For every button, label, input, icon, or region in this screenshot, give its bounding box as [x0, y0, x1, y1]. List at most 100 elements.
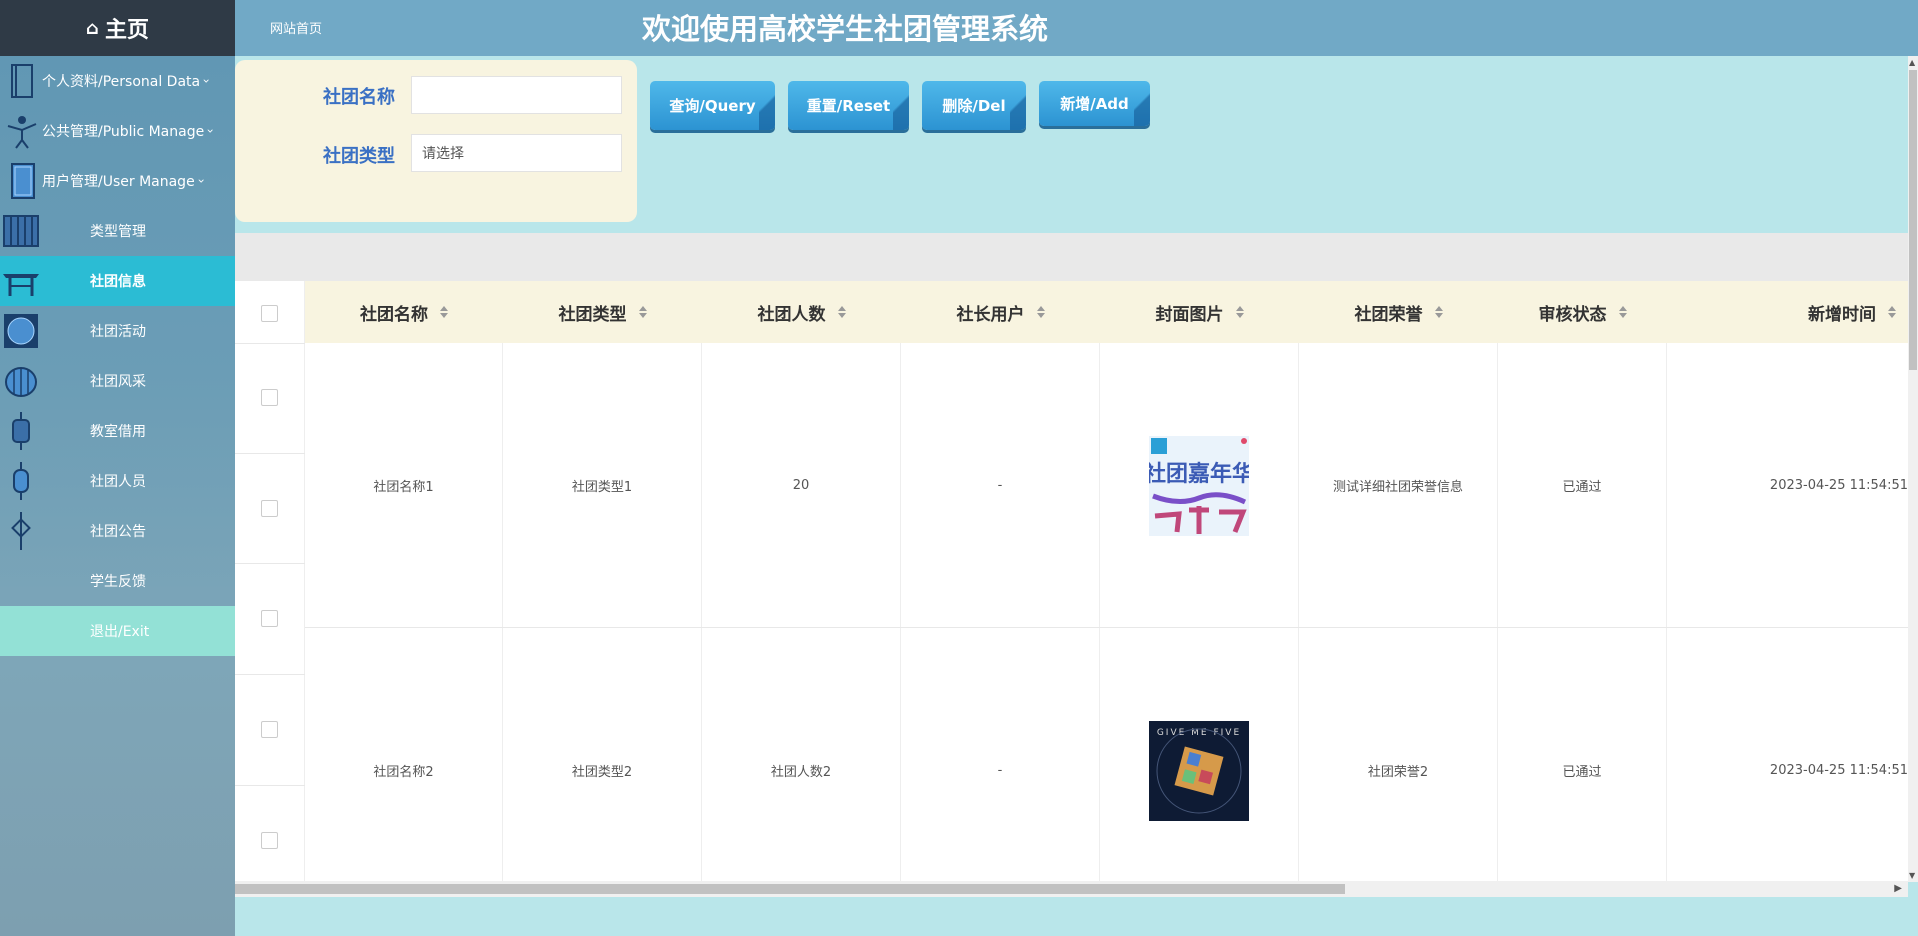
cell-created-time: 2023-04-25 11:54:51: [1769, 478, 1908, 493]
sidebar-item-label: 社团信息: [90, 274, 146, 290]
club-type-select[interactable]: 请选择: [411, 134, 622, 172]
book-icon: [11, 64, 33, 98]
sort-icon[interactable]: [1618, 306, 1627, 318]
horizontal-scroll-thumb[interactable]: [235, 884, 1345, 894]
column-header-time[interactable]: 新增时间: [1667, 281, 1908, 343]
cell-cover: 社团嘉年华: [1100, 343, 1299, 628]
cell-leader: -: [901, 628, 1100, 881]
club-name-input[interactable]: [411, 76, 622, 114]
chinese-knot-icon: [11, 512, 31, 550]
cell-honor: 测试详细社团荣誉信息: [1299, 343, 1498, 628]
menu-group-label: 用户管理/User Manage: [42, 174, 195, 190]
sidebar-item-label: 社团人员: [90, 474, 146, 490]
vertical-scroll-thumb[interactable]: [1909, 70, 1917, 370]
row-divider: [235, 563, 305, 564]
svg-text:社团嘉年华: 社团嘉年华: [1149, 461, 1249, 487]
column-header-status[interactable]: 审核状态: [1498, 281, 1667, 343]
sort-icon[interactable]: [1888, 306, 1896, 318]
scroll-up-arrow-icon[interactable]: ▲: [1909, 58, 1915, 67]
sort-icon[interactable]: [638, 306, 647, 318]
sidebar-item-club-notice[interactable]: 社团公告: [0, 506, 235, 556]
row-checkbox[interactable]: [261, 721, 278, 738]
scroll-icon: [11, 163, 35, 199]
cell-created-time: 2023-04-25 11:54:51: [1769, 763, 1908, 778]
search-panel: 社团名称 社团类型 请选择: [235, 60, 637, 222]
chevron-down-icon: ›: [199, 78, 214, 84]
cell-status: 已通过: [1498, 628, 1667, 881]
row-checkbox[interactable]: [261, 500, 278, 517]
lamp-icon: [13, 462, 29, 500]
cover-image[interactable]: 社团嘉年华: [1149, 435, 1249, 536]
row-divider: [235, 785, 305, 786]
sidebar-item-club-members[interactable]: 社团人员: [0, 456, 235, 506]
chevron-down-icon: ›: [203, 128, 218, 134]
lantern-icon: [5, 367, 37, 397]
dancer-icon: [7, 116, 37, 149]
cell-member-count: 社团人数2: [702, 628, 901, 881]
table-icon: [3, 274, 39, 296]
cell-member-count: 20: [702, 343, 901, 628]
cell-club-name: 社团名称2: [305, 628, 503, 881]
scroll-down-arrow-icon[interactable]: ▼: [1909, 871, 1915, 880]
vertical-scrollbar[interactable]: ▲ ▼: [1908, 56, 1918, 882]
scroll-right-arrow-icon[interactable]: ▶: [1894, 883, 1902, 894]
home-label: 主页: [104, 18, 149, 43]
row-checkbox[interactable]: [261, 610, 278, 627]
sidebar-item-label: 社团活动: [90, 324, 146, 340]
row-divider: [235, 343, 305, 344]
sort-icon[interactable]: [1036, 306, 1045, 318]
home-icon: ⌂: [86, 17, 99, 39]
sidebar-item-classroom-borrow[interactable]: 教室借用: [0, 406, 235, 456]
horizontal-scrollbar[interactable]: ▶: [235, 881, 1908, 897]
top-header: 网站首页 欢迎使用高校学生社团管理系统: [235, 0, 1918, 56]
column-header-cover[interactable]: 封面图片: [1100, 281, 1299, 343]
sort-icon[interactable]: [1434, 306, 1443, 318]
menu-group-label: 个人资料/Personal Data: [42, 74, 201, 90]
row-checkbox[interactable]: [261, 832, 278, 849]
sidebar-item-label: 社团公告: [90, 524, 146, 540]
row-divider: [235, 453, 305, 454]
sort-icon[interactable]: [837, 306, 846, 318]
cell-club-type: 社团类型2: [503, 628, 702, 881]
column-header-leader[interactable]: 社长用户: [901, 281, 1100, 343]
delete-button[interactable]: 删除/Del: [922, 81, 1026, 130]
page-title: 欢迎使用高校学生社团管理系统: [641, 12, 1048, 46]
add-button[interactable]: 新增/Add: [1039, 81, 1150, 126]
column-header-count[interactable]: 社团人数: [702, 281, 901, 343]
checkbox-column: [235, 281, 305, 881]
table-header: 社团名称 社团类型 社团人数 社长用户 封面图片 社团荣誉 审核状态 新增时间: [235, 281, 1908, 343]
sidebar-item-club-activity[interactable]: 社团活动: [0, 306, 235, 356]
sidebar-item-student-feedback[interactable]: 学生反馈: [0, 556, 235, 606]
select-all-checkbox[interactable]: [261, 305, 278, 322]
cell-cover: GIVE ME FIVE: [1100, 628, 1299, 881]
column-header-type[interactable]: 社团类型: [503, 281, 702, 343]
sidebar-item-club-style[interactable]: 社团风采: [0, 356, 235, 406]
menu-group-personal-data[interactable]: 个人资料/Personal Data ›: [0, 56, 235, 106]
menu-group-public-manage[interactable]: 公共管理/Public Manage ›: [0, 106, 235, 156]
reset-button[interactable]: 重置/Reset: [788, 81, 909, 130]
sort-icon[interactable]: [1235, 306, 1244, 318]
cover-image[interactable]: GIVE ME FIVE: [1149, 720, 1249, 821]
query-button[interactable]: 查询/Query: [650, 81, 775, 130]
sort-icon[interactable]: [440, 306, 448, 318]
cell-leader: -: [901, 343, 1100, 628]
sidebar-item-club-info[interactable]: 社团信息: [0, 256, 235, 306]
cell-status: 已通过: [1498, 343, 1667, 628]
mirror-icon: [4, 314, 38, 348]
toolbar-strip: [235, 233, 1908, 281]
home-link[interactable]: ⌂ 主页: [0, 0, 235, 56]
column-header-name[interactable]: 社团名称: [305, 281, 503, 343]
row-checkbox[interactable]: [261, 389, 278, 406]
club-table: 社团名称 社团类型 社团人数 社长用户 封面图片 社团荣誉 审核状态 新增时间 …: [235, 281, 1908, 881]
hanging-lantern-icon: [12, 412, 30, 450]
menu-group-label: 公共管理/Public Manage: [42, 124, 205, 140]
sidebar-item-type-manage[interactable]: 类型管理: [0, 206, 235, 256]
chevron-down-icon: ›: [194, 178, 209, 184]
bamboo-scroll-icon: [3, 215, 39, 247]
cell-club-type: 社团类型1: [503, 343, 702, 628]
column-header-honor[interactable]: 社团荣誉: [1299, 281, 1498, 343]
sidebar-item-exit[interactable]: 退出/Exit: [0, 606, 235, 656]
menu-group-user-manage[interactable]: 用户管理/User Manage ›: [0, 156, 235, 206]
club-name-label: 社团名称: [323, 87, 395, 108]
sidebar-item-label: 学生反馈: [90, 574, 146, 590]
